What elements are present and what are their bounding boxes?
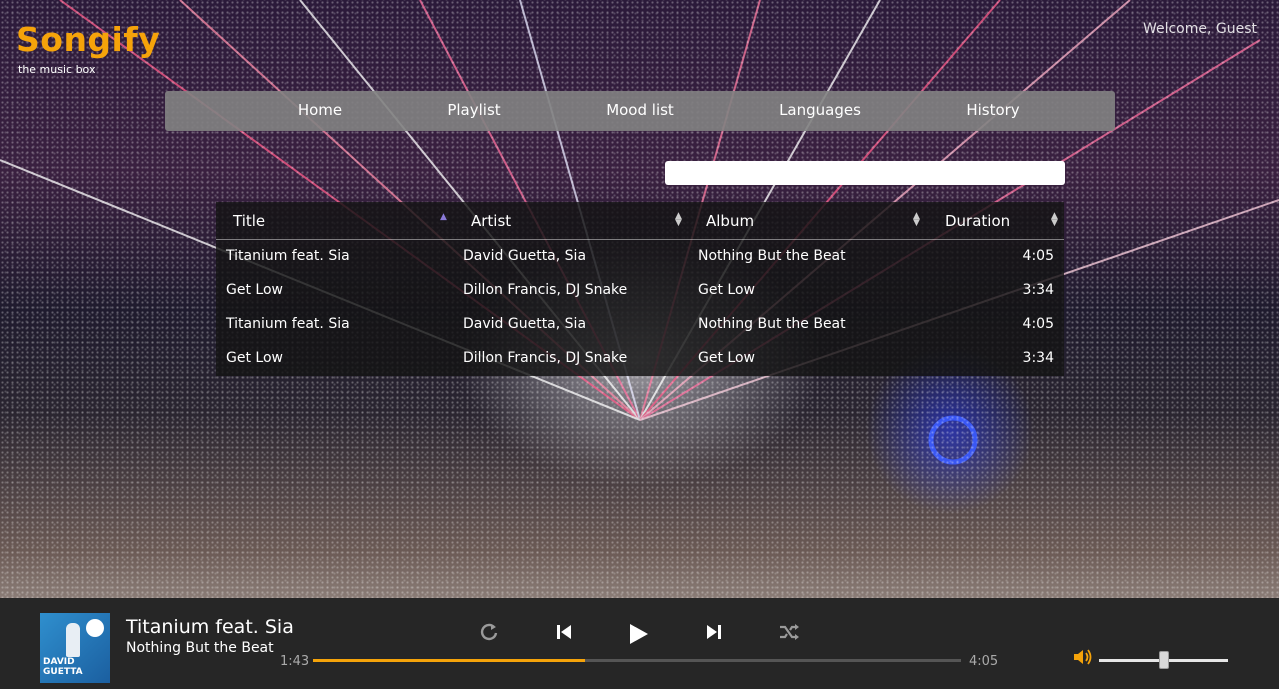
sort-icon[interactable]: ▲ ▼ bbox=[675, 212, 682, 228]
next-icon[interactable] bbox=[705, 622, 723, 647]
cell-album: Nothing But the Beat bbox=[698, 248, 846, 264]
sort-asc-icon[interactable]: ▲ bbox=[440, 213, 447, 222]
cell-duration: 4:05 bbox=[1022, 316, 1054, 332]
shuffle-icon[interactable] bbox=[778, 622, 800, 647]
cell-duration: 3:34 bbox=[1022, 350, 1054, 366]
app-logo[interactable]: Songify bbox=[16, 20, 160, 59]
table-header: Title ▲ Artist ▲ ▼ Album ▲ ▼ Duration ▲ ▼ bbox=[216, 202, 1064, 240]
cell-album: Nothing But the Beat bbox=[698, 316, 846, 332]
table-row[interactable]: Titanium feat. Sia David Guetta, Sia Not… bbox=[216, 308, 1064, 342]
nav-history[interactable]: History bbox=[966, 101, 1019, 119]
cell-artist: Dillon Francis, DJ Snake bbox=[463, 350, 628, 366]
cell-title: Get Low bbox=[226, 350, 283, 366]
cover-figure bbox=[66, 623, 80, 657]
cell-album: Get Low bbox=[698, 350, 755, 366]
progress-fill bbox=[313, 659, 586, 662]
cover-text: DAVID GUETTA bbox=[43, 657, 83, 677]
cell-artist: David Guetta, Sia bbox=[463, 316, 587, 332]
main-navbar: Home Playlist Mood list Languages Histor… bbox=[165, 91, 1115, 131]
now-playing-title: Titanium feat. Sia bbox=[126, 616, 294, 638]
header-title[interactable]: Title bbox=[233, 212, 265, 230]
progress-bar[interactable] bbox=[313, 659, 961, 662]
previous-icon[interactable] bbox=[555, 622, 573, 647]
header-album[interactable]: Album bbox=[706, 212, 754, 230]
volume-icon[interactable] bbox=[1072, 648, 1094, 671]
nav-home[interactable]: Home bbox=[298, 101, 342, 119]
cell-duration: 4:05 bbox=[1022, 248, 1054, 264]
cell-album: Get Low bbox=[698, 282, 755, 298]
app-tagline: the music box bbox=[18, 63, 96, 76]
cell-duration: 3:34 bbox=[1022, 282, 1054, 298]
cell-title: Titanium feat. Sia bbox=[226, 316, 350, 332]
player-bar: DAVID GUETTA Titanium feat. Sia Nothing … bbox=[0, 598, 1279, 689]
cell-title: Get Low bbox=[226, 282, 283, 298]
table-row[interactable]: Get Low Dillon Francis, DJ Snake Get Low… bbox=[216, 274, 1064, 308]
search-input[interactable] bbox=[665, 161, 1065, 185]
total-time: 4:05 bbox=[969, 654, 999, 669]
sort-icon[interactable]: ▲ ▼ bbox=[1051, 212, 1058, 228]
repeat-icon[interactable] bbox=[479, 622, 499, 647]
cover-badge bbox=[86, 619, 104, 637]
volume-slider-thumb[interactable] bbox=[1158, 651, 1169, 669]
welcome-text: Welcome, Guest bbox=[1142, 21, 1257, 37]
album-cover: DAVID GUETTA bbox=[40, 613, 110, 683]
songs-table: Title ▲ Artist ▲ ▼ Album ▲ ▼ Duration ▲ ▼ T… bbox=[216, 202, 1064, 376]
elapsed-time: 1:43 bbox=[280, 654, 310, 669]
cell-artist: Dillon Francis, DJ Snake bbox=[463, 282, 628, 298]
table-row[interactable]: Get Low Dillon Francis, DJ Snake Get Low… bbox=[216, 342, 1064, 376]
table-row[interactable]: Titanium feat. Sia David Guetta, Sia Not… bbox=[216, 240, 1064, 274]
now-playing-album: Nothing But the Beat bbox=[126, 640, 274, 656]
nav-mood-list[interactable]: Mood list bbox=[606, 101, 674, 119]
sort-icon[interactable]: ▲ ▼ bbox=[913, 212, 920, 228]
play-icon[interactable] bbox=[627, 622, 649, 651]
cell-title: Titanium feat. Sia bbox=[226, 248, 350, 264]
header-duration[interactable]: Duration bbox=[945, 212, 1010, 230]
nav-playlist[interactable]: Playlist bbox=[447, 101, 500, 119]
cell-artist: David Guetta, Sia bbox=[463, 248, 587, 264]
nav-languages[interactable]: Languages bbox=[779, 101, 861, 119]
header-artist[interactable]: Artist bbox=[471, 212, 511, 230]
